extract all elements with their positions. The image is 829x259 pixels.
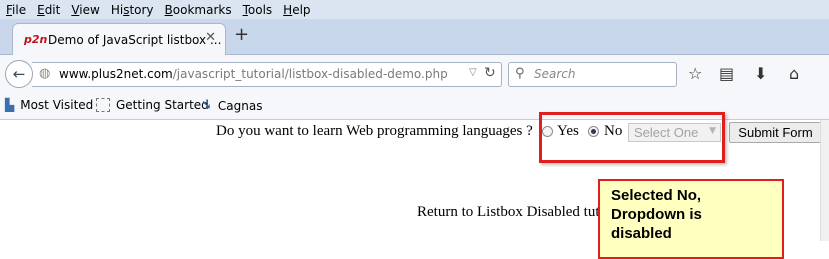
tab-title: Demo of JavaScript listbox ... <box>48 32 222 47</box>
reading-list-icon[interactable]: ▤ <box>719 64 734 83</box>
question-text: Do you want to learn Web programming lan… <box>216 123 533 139</box>
menu-file[interactable]: File <box>0 3 31 17</box>
bookmark-label: Cagnas <box>217 98 263 113</box>
bookmark-icon: ▙ <box>5 98 15 112</box>
callout-line-2: Dropdown is <box>611 206 702 223</box>
vertical-scrollbar[interactable] <box>820 120 829 241</box>
url-text[interactable]: www.plus2net.com/javascript_tutorial/lis… <box>59 67 448 81</box>
menu-edit[interactable]: Edit <box>31 3 65 17</box>
menu-help-label: elp <box>292 2 311 17</box>
back-button[interactable]: ← <box>5 60 33 88</box>
submit-form-button[interactable]: Submit Form <box>729 122 822 143</box>
globe-icon: ◍ <box>39 66 51 81</box>
url-bar[interactable]: ◍ www.plus2net.com/javascript_tutorial/l… <box>32 62 502 87</box>
menu-edit-hotkey: E <box>37 2 45 17</box>
menu-help[interactable]: Help <box>277 3 315 17</box>
home-icon[interactable]: ⌂ <box>789 64 799 83</box>
search-icon: ⚲ <box>515 66 525 81</box>
menu-tools[interactable]: Tools <box>237 3 278 17</box>
menu-view-label: iew <box>79 2 100 17</box>
search-input[interactable] <box>534 65 672 83</box>
menu-tools-label: ools <box>247 2 273 17</box>
menu-help-hotkey: H <box>283 2 293 17</box>
menu-history[interactable]: History <box>105 3 159 17</box>
download-icon[interactable]: ⬇ <box>754 64 767 83</box>
menu-bookmarks[interactable]: Bookmarks <box>159 3 237 17</box>
url-host: www.plus2net.com <box>59 67 173 81</box>
new-tab-button[interactable]: + <box>234 24 249 45</box>
annotation-callout: Selected No, Dropdown is disabled <box>598 179 784 259</box>
search-bar[interactable]: ⚲ <box>508 62 677 87</box>
cagnas-icon: ➘ <box>201 98 212 113</box>
highlight-box <box>539 112 725 163</box>
bookmark-cagnas[interactable]: ➘ Cagnas <box>201 98 262 113</box>
p2n-favicon-icon: p2n <box>24 33 48 46</box>
menu-bar: File Edit View History Bookmarks Tools H… <box>0 0 829 19</box>
callout-line-1: Selected No, <box>611 187 702 204</box>
menu-history-label-a: Hi <box>110 2 124 17</box>
menu-bookmarks-label: ookmarks <box>172 2 232 17</box>
tab-demo[interactable]: p2n Demo of JavaScript listbox ... ✕ <box>12 23 226 55</box>
bookmark-star-icon[interactable]: ☆ <box>688 64 702 83</box>
url-path: /javascript_tutorial/listbox-disabled-de… <box>172 67 448 81</box>
menu-file-label: ile <box>12 2 27 17</box>
bookmark-label: Getting Started <box>116 98 209 112</box>
bookmark-most-visited[interactable]: ▙ Most Visited <box>5 98 93 112</box>
tab-strip: p2n Demo of JavaScript listbox ... ✕ + <box>0 19 829 55</box>
return-link[interactable]: Return to Listbox Disabled tut <box>417 204 599 221</box>
page-icon <box>96 98 110 112</box>
menu-history-label-b: tory <box>129 2 154 17</box>
bookmark-label: Most Visited <box>20 98 94 112</box>
tab-close-icon[interactable]: ✕ <box>205 30 216 45</box>
callout-line-3: disabled <box>611 225 672 242</box>
nav-bar: ◍ www.plus2net.com/javascript_tutorial/l… <box>0 55 829 92</box>
reload-icon[interactable]: ↻ <box>484 65 496 81</box>
bookmark-getting-started[interactable]: Getting Started <box>96 98 209 112</box>
menu-edit-label: dit <box>44 2 61 17</box>
back-arrow-icon: ← <box>12 65 26 83</box>
menu-view[interactable]: View <box>65 3 104 17</box>
url-dropdown-icon[interactable]: ▽ <box>469 67 477 78</box>
menu-bookmarks-hotkey: B <box>164 2 173 17</box>
page-content: Do you want to learn Web programming lan… <box>0 112 829 259</box>
